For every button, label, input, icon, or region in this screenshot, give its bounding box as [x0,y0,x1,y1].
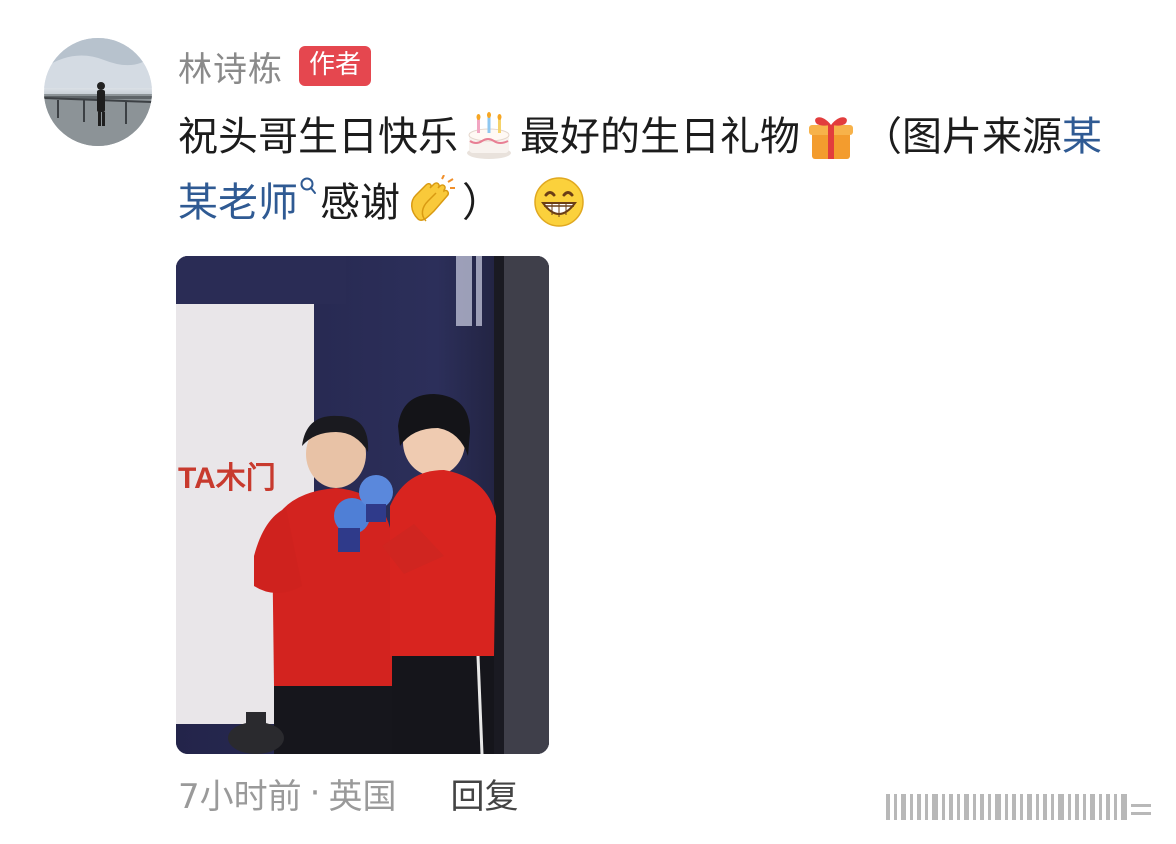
grinning-face-icon [532,175,586,229]
timestamp: 7小时前 [178,776,302,817]
watermark-logo [886,794,1151,820]
avatar[interactable] [44,38,152,146]
meta-separator: · [309,773,321,813]
attached-photo[interactable]: TA木门 [176,256,549,754]
gift-icon [804,109,858,163]
comment-text-part: 感谢 [320,180,400,226]
comment-text-part: 祝头哥生日快乐 [178,114,458,160]
avatar-image [44,38,152,146]
comment-card: 林诗栋 作者 祝头哥生日快乐 最好的生日礼物 （图片来源某某老师 感谢 ） TA… [0,0,1176,844]
author-name[interactable]: 林诗栋 [178,42,283,91]
comment-text-part: ） [462,180,502,226]
comment-text-part: （图片来源 [862,114,1062,160]
clapping-hands-icon [404,174,458,229]
search-icon [300,177,316,194]
location: 英国 [328,776,397,817]
author-badge: 作者 [299,46,372,86]
reply-button[interactable]: 回复 [450,769,518,818]
photo-image: TA木门 [176,256,549,754]
comment-meta: 7小时前 · 英国 回复 [178,766,518,820]
birthday-cake-icon [462,109,516,163]
comment-text-part: 最好的生日礼物 [520,114,800,160]
comment-text: 祝头哥生日快乐 最好的生日礼物 （图片来源某某老师 感谢 ） [178,104,1138,236]
svg-text:TA木门: TA木门 [178,462,276,495]
author-row: 林诗栋 作者 [178,42,372,91]
